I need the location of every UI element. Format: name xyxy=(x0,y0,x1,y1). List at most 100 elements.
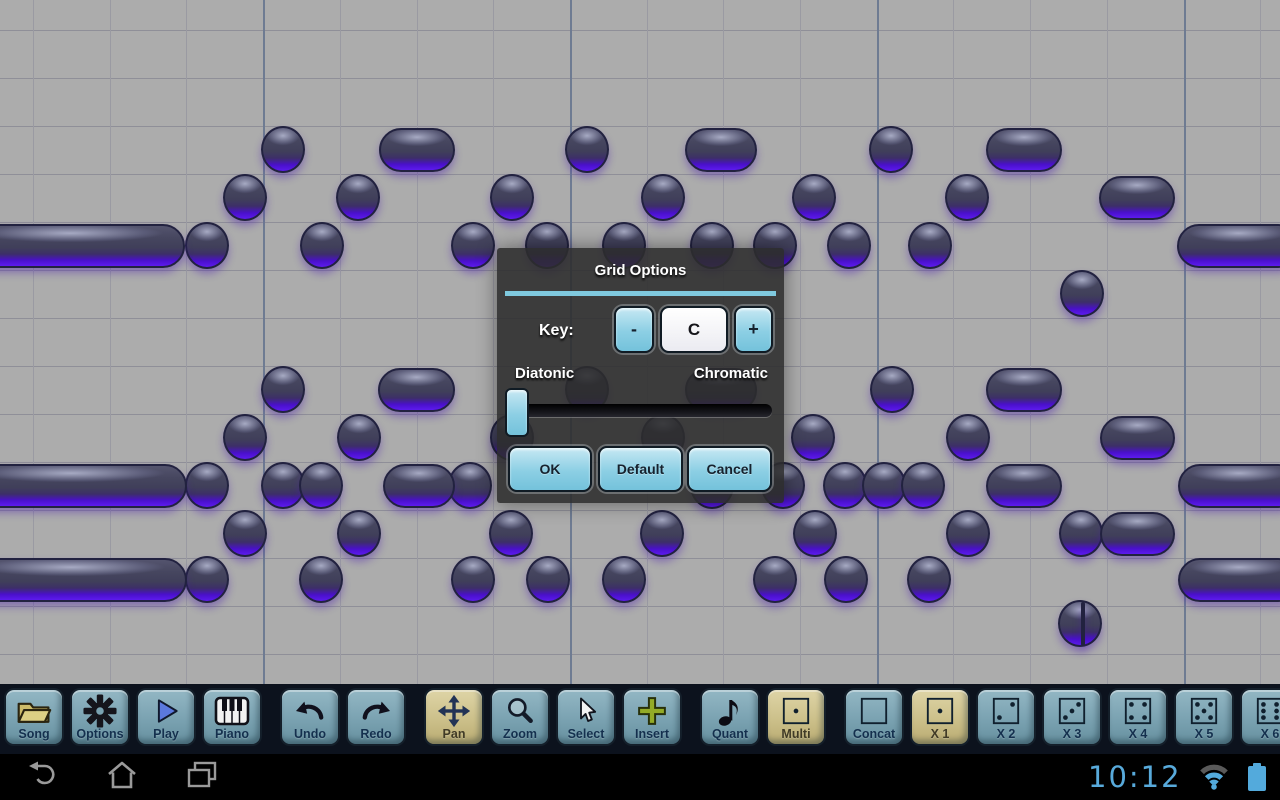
piano-icon xyxy=(204,693,260,729)
note[interactable] xyxy=(0,224,185,268)
toolbar-button-multi[interactable]: Multi xyxy=(766,688,826,746)
note[interactable] xyxy=(299,462,343,509)
toolbar-button-x-4[interactable]: X 4 xyxy=(1108,688,1168,746)
toolbar-button-x-1[interactable]: X 1 xyxy=(910,688,970,746)
grid-line xyxy=(0,654,1280,655)
note[interactable] xyxy=(383,464,455,508)
cancel-button[interactable]: Cancel xyxy=(687,446,772,492)
note[interactable] xyxy=(526,556,570,603)
toolbar-button-piano[interactable]: Piano xyxy=(202,688,262,746)
note[interactable] xyxy=(261,366,305,413)
note[interactable] xyxy=(641,174,685,221)
toolbar-button-label: X 1 xyxy=(930,727,950,741)
toolbar-button-options[interactable]: Options xyxy=(70,688,130,746)
note[interactable] xyxy=(223,414,267,461)
key-minus-button[interactable]: - xyxy=(614,306,654,353)
toolbar-button-label: X 4 xyxy=(1128,727,1148,741)
dice-1-icon xyxy=(912,693,968,729)
toolbar-button-x-6[interactable]: X 6 xyxy=(1240,688,1280,746)
toolbar-button-select[interactable]: Select xyxy=(556,688,616,746)
recent-apps-button[interactable] xyxy=(184,761,220,792)
note[interactable] xyxy=(1178,464,1280,508)
note[interactable] xyxy=(1058,600,1102,647)
note[interactable] xyxy=(870,366,914,413)
toolbar-button-x-5[interactable]: X 5 xyxy=(1174,688,1234,746)
note[interactable] xyxy=(489,510,533,557)
note[interactable] xyxy=(946,510,990,557)
note[interactable] xyxy=(1099,176,1175,220)
note[interactable] xyxy=(337,414,381,461)
note[interactable] xyxy=(223,510,267,557)
note[interactable] xyxy=(907,556,951,603)
grid-line xyxy=(953,0,954,684)
ok-button[interactable]: OK xyxy=(508,446,592,492)
wifi-icon xyxy=(1200,763,1228,795)
note[interactable] xyxy=(379,128,455,172)
note[interactable] xyxy=(1081,602,1085,646)
note[interactable] xyxy=(793,510,837,557)
home-button[interactable] xyxy=(104,761,140,792)
note[interactable] xyxy=(490,174,534,221)
note[interactable] xyxy=(300,222,344,269)
toolbar-button-concat[interactable]: Concat xyxy=(844,688,904,746)
back-icon xyxy=(25,761,55,794)
note[interactable] xyxy=(1060,270,1104,317)
note[interactable] xyxy=(685,128,757,172)
note[interactable] xyxy=(986,128,1062,172)
note[interactable] xyxy=(986,464,1062,508)
note[interactable] xyxy=(337,510,381,557)
diatonic-chromatic-slider-thumb[interactable] xyxy=(505,388,529,437)
note[interactable] xyxy=(908,222,952,269)
note[interactable] xyxy=(0,464,187,508)
diatonic-chromatic-slider-track[interactable] xyxy=(508,404,772,417)
note[interactable] xyxy=(823,462,867,509)
note[interactable] xyxy=(753,556,797,603)
note[interactable] xyxy=(223,174,267,221)
note[interactable] xyxy=(261,126,305,173)
toolbar-button-play[interactable]: Play xyxy=(136,688,196,746)
note[interactable] xyxy=(378,368,455,412)
note[interactable] xyxy=(565,126,609,173)
note[interactable] xyxy=(336,174,380,221)
note[interactable] xyxy=(791,414,835,461)
note[interactable] xyxy=(869,126,913,173)
toolbar-button-zoom[interactable]: Zoom xyxy=(490,688,550,746)
note[interactable] xyxy=(945,174,989,221)
back-button[interactable] xyxy=(22,761,58,794)
default-button[interactable]: Default xyxy=(598,446,683,492)
note[interactable] xyxy=(0,558,187,602)
note[interactable] xyxy=(901,462,945,509)
toolbar-button-insert[interactable]: Insert xyxy=(622,688,682,746)
note[interactable] xyxy=(1177,224,1280,268)
note[interactable] xyxy=(1100,416,1175,460)
toolbar-button-quant[interactable]: Quant xyxy=(700,688,760,746)
note[interactable] xyxy=(1100,512,1175,556)
note[interactable] xyxy=(640,510,684,557)
note[interactable] xyxy=(862,462,906,509)
toolbar-button-undo[interactable]: Undo xyxy=(280,688,340,746)
note[interactable] xyxy=(299,556,343,603)
note[interactable] xyxy=(451,222,495,269)
key-plus-button[interactable]: + xyxy=(734,306,773,353)
note[interactable] xyxy=(986,368,1062,412)
toolbar-button-x-2[interactable]: X 2 xyxy=(976,688,1036,746)
cursor-icon xyxy=(558,693,614,729)
note[interactable] xyxy=(827,222,871,269)
note[interactable] xyxy=(792,174,836,221)
note[interactable] xyxy=(602,556,646,603)
note[interactable] xyxy=(946,414,990,461)
toolbar-button-song[interactable]: Song xyxy=(4,688,64,746)
toolbar-button-x-3[interactable]: X 3 xyxy=(1042,688,1102,746)
note[interactable] xyxy=(185,556,229,603)
note[interactable] xyxy=(185,222,229,269)
toolbar-button-redo[interactable]: Redo xyxy=(346,688,406,746)
toolbar-button-label: Undo xyxy=(294,727,326,741)
note[interactable] xyxy=(451,556,495,603)
note[interactable] xyxy=(1178,558,1280,602)
grid-line xyxy=(1030,0,1031,684)
note[interactable] xyxy=(824,556,868,603)
note[interactable] xyxy=(1059,510,1103,557)
note[interactable] xyxy=(185,462,229,509)
toolbar-button-pan[interactable]: Pan xyxy=(424,688,484,746)
toolbar-button-label: Multi xyxy=(781,727,811,741)
